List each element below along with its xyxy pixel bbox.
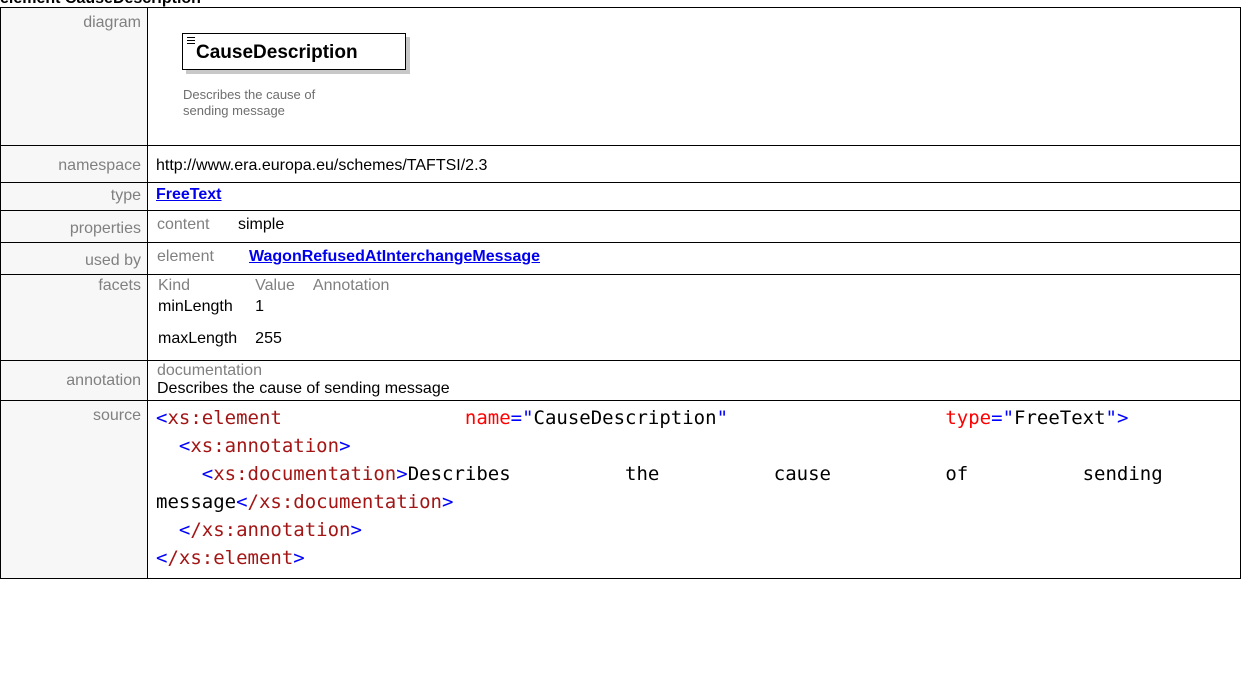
src-documentation-close: /xs:documentation (247, 491, 442, 513)
row-namespace: namespace http://www.era.europa.eu/schem… (0, 145, 1241, 183)
row-annotation: annotation documentation Describes the c… (0, 360, 1241, 401)
facet-value: 1 (255, 298, 265, 315)
used-by-cell: element WagonRefusedAtInterchangeMessage (147, 242, 1241, 275)
diagram-element-box[interactable]: CauseDescription (182, 33, 406, 70)
src-attr-type-value: FreeText (1014, 407, 1106, 429)
label-source: source (0, 400, 148, 579)
src-doc-text-1: Describes the cause of sending (407, 463, 1163, 485)
source-cell: <xs:element name="CauseDescription" type… (147, 400, 1241, 579)
diagram-cell: CauseDescription Describes the cause of … (147, 7, 1241, 146)
row-type: type FreeText (0, 182, 1241, 211)
facet-annotation (304, 295, 399, 316)
used-by-key: element (157, 248, 214, 265)
properties-value: simple (238, 216, 285, 233)
facet-row: maxLength 255 (149, 316, 398, 348)
src-attr-name: name (464, 407, 511, 429)
facets-header: Kind Value Annotation (149, 277, 398, 295)
facet-annotation (304, 316, 399, 348)
properties-key: content (157, 216, 210, 233)
facet-kind: minLength (158, 298, 233, 315)
annotation-cell: documentation Describes the cause of sen… (147, 360, 1241, 401)
src-annotation-close: /xs:annotation (190, 519, 351, 541)
label-annotation: annotation (0, 360, 148, 401)
row-used-by: used by element WagonRefusedAtInterchang… (0, 242, 1241, 275)
facets-header-kind: Kind (158, 277, 191, 294)
label-properties: properties (0, 210, 148, 243)
facet-value: 255 (255, 330, 282, 347)
row-facets: facets Kind Value Annotation minLength 1 (0, 274, 1241, 361)
label-used-by: used by (0, 242, 148, 275)
facets-cell: Kind Value Annotation minLength 1 maxLen… (147, 274, 1241, 361)
row-source: source <xs:element name="CauseDescriptio… (0, 400, 1241, 579)
label-diagram: diagram (0, 7, 148, 146)
diagram: CauseDescription Describes the cause of … (148, 8, 1240, 145)
src-element-close: /xs:element (167, 547, 294, 569)
row-diagram: diagram CauseDescription Describes the c… (0, 7, 1241, 146)
label-namespace: namespace (0, 145, 148, 183)
diagram-element-name: CauseDescription (196, 42, 358, 63)
element-lines-icon (187, 37, 195, 45)
facet-row: minLength 1 (149, 295, 398, 316)
row-properties: properties content simple (0, 210, 1241, 243)
src-documentation-tag: xs:documentation (213, 463, 397, 485)
label-type: type (0, 182, 148, 211)
src-doc-text-2: message (156, 491, 237, 513)
src-attr-type: type (945, 407, 992, 429)
annotation-value: Describes the cause of sending message (157, 380, 450, 397)
namespace-value: http://www.era.europa.eu/schemes/TAFTSI/… (156, 157, 488, 174)
facet-kind: maxLength (158, 330, 238, 347)
used-by-link[interactable]: WagonRefusedAtInterchangeMessage (249, 248, 540, 266)
annotation-key: documentation (157, 362, 262, 379)
type-link[interactable]: FreeText (156, 186, 222, 203)
source-code: <xs:element name="CauseDescription" type… (156, 407, 1163, 569)
type-cell: FreeText (147, 182, 1241, 211)
facets-table: Kind Value Annotation minLength 1 maxLen… (149, 277, 398, 348)
facets-header-value: Value (255, 277, 295, 294)
properties-cell: content simple (147, 210, 1241, 243)
element-doc-table: diagram CauseDescription Describes the c… (0, 7, 1241, 579)
src-attr-name-value: CauseDescription (533, 407, 717, 429)
src-element-open: xs:element (167, 407, 282, 429)
namespace-cell: http://www.era.europa.eu/schemes/TAFTSI/… (147, 145, 1241, 183)
label-facets: facets (0, 274, 148, 361)
src-annotation-tag: xs:annotation (190, 435, 340, 457)
diagram-annotation: Describes the cause of sending message (183, 87, 316, 118)
facets-header-annotation: Annotation (312, 277, 390, 294)
